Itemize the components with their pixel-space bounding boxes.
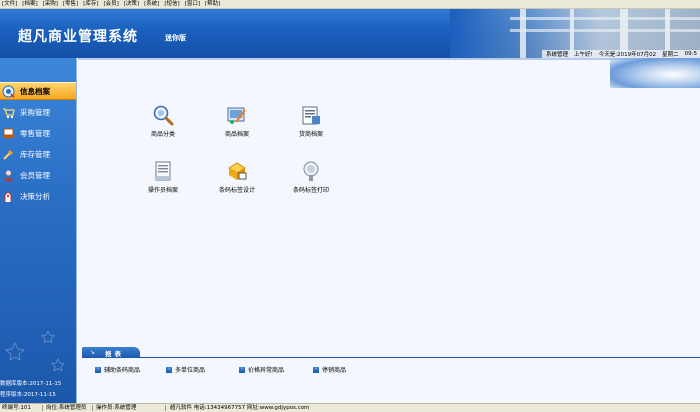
report-tab-label: 报表 bbox=[105, 349, 125, 358]
menu-sms[interactable]: [短信] bbox=[162, 0, 182, 9]
main-decoration bbox=[610, 58, 700, 88]
status-terminal: 终端号:101 bbox=[2, 405, 31, 411]
magnifier-icon bbox=[152, 104, 174, 126]
app-title: 超凡商业管理系统 bbox=[18, 29, 138, 45]
supplier-file-icon bbox=[300, 104, 322, 126]
tile-product-file[interactable]: 商品档案 bbox=[207, 104, 267, 138]
report-item-discontinued[interactable]: › 停销商品 bbox=[313, 365, 346, 374]
sidebar-item-purchase[interactable]: 采购管理 bbox=[0, 103, 76, 121]
tile-barcode-print[interactable]: 条码标签打印 bbox=[281, 160, 341, 194]
arrow-right-icon: › bbox=[239, 366, 245, 373]
header-greeting: 上午好! bbox=[574, 52, 593, 58]
menu-help[interactable]: [帮助] bbox=[203, 0, 223, 9]
arrow-right-icon: › bbox=[313, 366, 319, 373]
sidebar-item-label: 库存管理 bbox=[20, 149, 50, 159]
sidebar-decoration bbox=[5, 330, 65, 372]
status-company: 超凡软件 电话:13434967757 网址:www.gdjypos.com bbox=[170, 405, 310, 411]
operator-file-icon bbox=[152, 160, 174, 182]
tile-label: 商品档案 bbox=[224, 131, 249, 138]
sidebar-item-info-file[interactable]: 信息档案 bbox=[0, 82, 76, 100]
status-operator: 操作员:系统管理 bbox=[96, 405, 137, 411]
sidebar: 信息档案 采购管理 零售管理 库存管理 会员管理 决策分析 数据库版本:2017… bbox=[0, 58, 77, 403]
menu-bar: [文件] [档案] [采购] [零售] [库存] [会员] [决策] [系统] … bbox=[0, 0, 700, 9]
app-header: 超凡商业管理系统 迷你版 系统管理 上午好! 今天是:2019年07月02 星期… bbox=[0, 9, 700, 58]
app-version: 程序版本:2017-11-15 bbox=[0, 392, 56, 398]
purchase-icon bbox=[1, 105, 16, 120]
tile-barcode-design[interactable]: 条码标签设计 bbox=[207, 160, 267, 194]
sidebar-item-label: 零售管理 bbox=[20, 128, 50, 138]
status-post: 岗位:系统管理员 bbox=[46, 405, 87, 411]
menu-purchase[interactable]: [采购] bbox=[41, 0, 61, 9]
barcode-design-icon bbox=[226, 160, 248, 182]
tile-label: 商品分类 bbox=[150, 131, 175, 138]
report-item-multi-unit[interactable]: › 多单位商品 bbox=[166, 365, 205, 374]
app-edition: 迷你版 bbox=[165, 34, 186, 42]
header-date: 今天是:2019年07月02 bbox=[598, 52, 657, 58]
tile-supplier-file[interactable]: 货商档案 bbox=[281, 104, 341, 138]
report-item-price-abnormal[interactable]: › 价格异常商品 bbox=[239, 365, 284, 374]
status-bar: 终端号:101 岗位:系统管理员 操作员:系统管理 超凡软件 电话:134349… bbox=[0, 403, 700, 412]
chevron-down-icon: ↘ bbox=[90, 349, 96, 356]
header-role: 系统管理 bbox=[546, 52, 569, 58]
barcode-print-icon bbox=[300, 160, 322, 182]
sidebar-item-label: 决策分析 bbox=[20, 191, 50, 201]
sidebar-item-retail[interactable]: 零售管理 bbox=[0, 124, 76, 142]
menu-file[interactable]: [文件] bbox=[0, 0, 20, 9]
db-version: 数据库版本:2017-11-15 bbox=[0, 381, 62, 387]
sidebar-item-label: 采购管理 bbox=[20, 107, 50, 117]
header-status: 系统管理 上午好! 今天是:2019年07月02 星期二 09:5 bbox=[542, 50, 700, 58]
sidebar-item-label: 会员管理 bbox=[20, 170, 50, 180]
info-file-icon bbox=[1, 84, 16, 99]
tile-label: 条码标签设计 bbox=[218, 187, 255, 194]
menu-archive[interactable]: [档案] bbox=[20, 0, 40, 9]
arrow-right-icon: › bbox=[166, 366, 172, 373]
member-icon bbox=[1, 168, 16, 183]
header-time: 09:5 bbox=[684, 51, 697, 57]
menu-decision[interactable]: [决策] bbox=[122, 0, 142, 9]
tile-label: 货商档案 bbox=[298, 131, 323, 138]
sidebar-item-analysis[interactable]: 决策分析 bbox=[0, 187, 76, 205]
report-divider bbox=[82, 357, 700, 358]
inventory-icon bbox=[1, 147, 16, 162]
sidebar-item-inventory[interactable]: 库存管理 bbox=[0, 145, 76, 163]
main-panel: 商品分类 商品档案 货商档案 操作员档案 条码标签设计 条码标签打印 bbox=[78, 58, 700, 403]
menu-member[interactable]: [会员] bbox=[101, 0, 121, 9]
product-file-icon bbox=[226, 104, 248, 126]
menu-window[interactable]: [窗口] bbox=[183, 0, 203, 9]
arrow-right-icon: › bbox=[95, 366, 101, 373]
retail-icon bbox=[1, 126, 16, 141]
tile-product-category[interactable]: 商品分类 bbox=[133, 104, 193, 138]
tile-operator-file[interactable]: 操作员档案 bbox=[133, 160, 193, 194]
sidebar-item-member[interactable]: 会员管理 bbox=[0, 166, 76, 184]
report-item-aux-barcode[interactable]: › 辅助条码商品 bbox=[95, 365, 140, 374]
tile-label: 操作员档案 bbox=[147, 187, 178, 194]
header-weekday: 星期二 bbox=[662, 52, 679, 58]
menu-retail[interactable]: [零售] bbox=[61, 0, 81, 9]
sidebar-item-label: 信息档案 bbox=[20, 86, 50, 96]
menu-system[interactable]: [系统] bbox=[142, 0, 162, 9]
analysis-icon bbox=[1, 189, 16, 204]
menu-inventory[interactable]: [库存] bbox=[81, 0, 101, 9]
tile-label: 条码标签打印 bbox=[292, 187, 329, 194]
